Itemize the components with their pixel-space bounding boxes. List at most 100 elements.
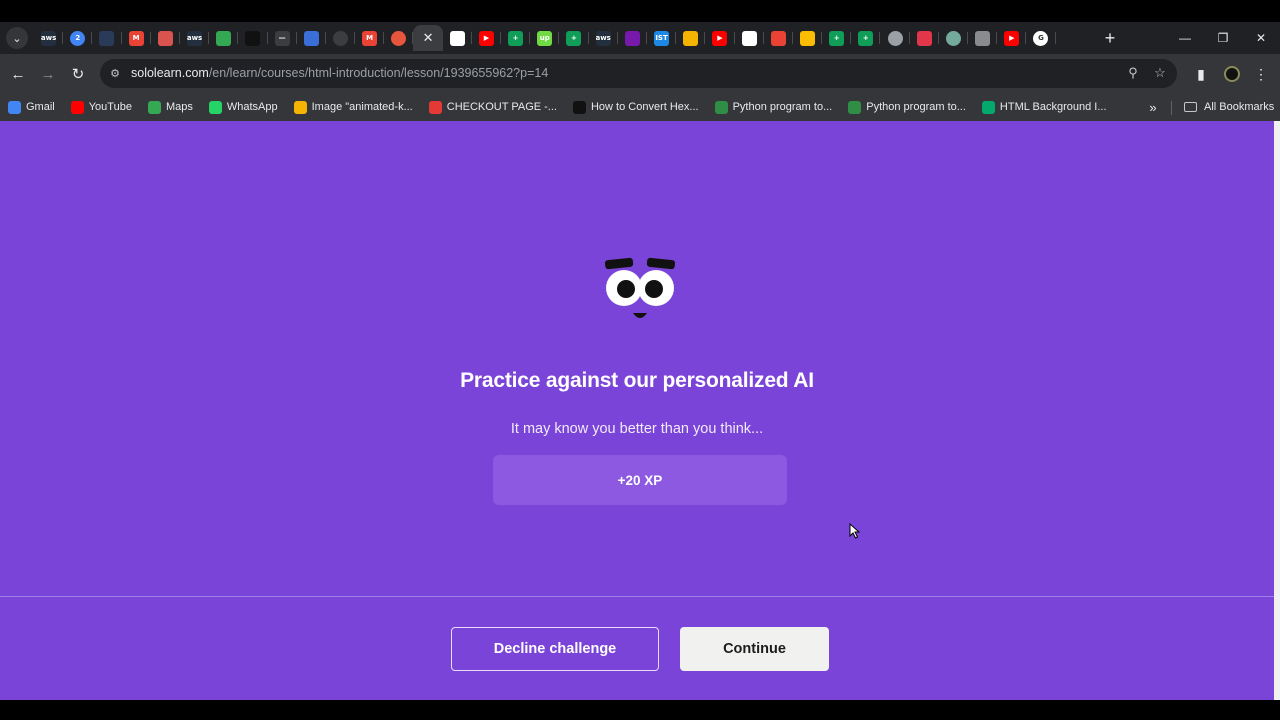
page-scrollbar[interactable] — [1274, 121, 1280, 700]
browser-tab[interactable]: M — [122, 25, 151, 51]
url-text[interactable]: sololearn.com/en/learn/courses/html-intr… — [131, 66, 548, 80]
bookmark-label: HTML Background I... — [999, 101, 1107, 113]
browser-tab[interactable] — [676, 25, 706, 51]
bookmark-label: Python program to... — [866, 101, 966, 113]
lesson-page: Practice against our personalized AI It … — [0, 121, 1274, 700]
gfg-icon — [714, 100, 728, 114]
browser-tab[interactable] — [793, 25, 823, 51]
continue-button[interactable]: Continue — [680, 627, 829, 671]
minimize-icon[interactable]: — — [1166, 22, 1204, 54]
xp-reward-badge: +20 XP — [493, 455, 787, 505]
browser-tab[interactable] — [735, 25, 764, 51]
browser-tab[interactable] — [443, 25, 473, 51]
youtube-icon: ▶ — [712, 30, 728, 46]
browser-tab[interactable]: aws — [34, 25, 64, 51]
bookmark-item[interactable]: Python program to... — [848, 97, 966, 117]
browser-tab[interactable] — [151, 25, 181, 51]
browser-tab[interactable]: ▶ — [997, 25, 1027, 51]
browser-tab[interactable] — [326, 25, 356, 51]
docs-icon — [8, 100, 21, 114]
window-controls: — ❐ ✕ — [1166, 22, 1280, 54]
bookmark-item[interactable]: Python program to... — [714, 97, 833, 117]
reload-icon[interactable]: ↻ — [67, 63, 89, 85]
browser-tab[interactable] — [384, 25, 414, 51]
bookmark-item[interactable]: Maps — [147, 97, 193, 117]
bookmark-label: Python program to... — [732, 101, 833, 113]
decline-challenge-button[interactable]: Decline challenge — [451, 627, 659, 671]
browser-tab[interactable] — [880, 25, 910, 51]
meet-icon — [99, 30, 115, 46]
browser-tab[interactable] — [209, 25, 239, 51]
bookmark-item[interactable]: CHECKOUT PAGE -... — [428, 97, 557, 117]
browser-tab[interactable] — [968, 25, 998, 51]
bookmark-star-icon[interactable]: ☆ — [1152, 65, 1168, 81]
browser-tab[interactable] — [939, 25, 969, 51]
alpha-icon — [572, 100, 586, 114]
back-arrow-icon[interactable]: ← — [7, 63, 29, 85]
bookmark-item[interactable]: Gmail — [8, 97, 55, 117]
upwork-icon: up — [537, 30, 553, 46]
address-bar[interactable]: ⚙ sololearn.com/en/learn/courses/html-in… — [100, 59, 1177, 88]
browser-tab[interactable] — [618, 25, 648, 51]
browser-tab[interactable]: 2 — [63, 25, 93, 51]
ist-icon: IST — [654, 30, 670, 46]
sheets-icon: + — [858, 30, 874, 46]
restore-icon[interactable]: ❐ — [1204, 22, 1242, 54]
url-host: sololearn.com — [131, 66, 209, 80]
footer-divider — [0, 596, 1274, 597]
bookmark-item[interactable]: WhatsApp — [208, 97, 278, 117]
google-icon: G — [1033, 30, 1049, 46]
browser-tab[interactable]: ▶ — [472, 25, 502, 51]
bookmark-item[interactable]: How to Convert Hex... — [572, 97, 699, 117]
bookmark-label: WhatsApp — [226, 101, 278, 113]
gmail-icon: M — [128, 30, 144, 46]
folder-icon — [1184, 102, 1197, 112]
window-close-icon[interactable]: ✕ — [1242, 22, 1280, 54]
lips-icon — [428, 100, 442, 114]
tab-search-chevron-icon[interactable]: ⌄ — [6, 27, 28, 49]
side-panel-icon[interactable]: ▮ — [1191, 64, 1211, 84]
browser-tab[interactable] — [92, 25, 122, 51]
browser-tab[interactable] — [910, 25, 940, 51]
browser-tab[interactable]: + — [822, 25, 852, 51]
forward-arrow-icon[interactable]: → — [37, 63, 59, 85]
bookmarks-overflow-icon[interactable]: » — [1144, 97, 1162, 117]
bookmark-label: Image "animated-k... — [311, 101, 413, 113]
lesson-title: Practice against our personalized AI — [460, 369, 814, 392]
bookmark-item[interactable]: YouTube — [70, 97, 132, 117]
bookmark-item[interactable]: Image "animated-k... — [293, 97, 413, 117]
close-icon[interactable]: ✕ — [423, 30, 434, 46]
youtube-icon — [70, 100, 84, 114]
browser-tab[interactable]: + — [559, 25, 589, 51]
sheets-icon: + — [566, 30, 582, 46]
zoom-icon[interactable]: ⚲ — [1125, 65, 1141, 81]
browser-tab[interactable]: — — [268, 25, 297, 51]
profile-avatar-icon[interactable] — [1222, 64, 1242, 84]
browser-tab[interactable]: up — [530, 25, 560, 51]
browser-tab[interactable]: ▶ — [705, 25, 735, 51]
chatgpt-icon — [945, 30, 961, 46]
bookmark-item[interactable]: HTML Background I... — [981, 97, 1107, 117]
bookmarks-bar: Gmail YouTube Maps WhatsApp Image "animated-… — [0, 93, 1280, 121]
new-tab-plus-icon[interactable]: + — [1100, 28, 1120, 48]
browser-tab[interactable]: + — [851, 25, 881, 51]
menu-kebab-icon[interactable]: ⋮ — [1251, 64, 1271, 84]
all-bookmarks-button[interactable]: All Bookmarks — [1184, 97, 1274, 117]
browser-tab[interactable]: M — [355, 25, 385, 51]
site-info-icon[interactable]: ⚙ — [108, 66, 122, 80]
browser-tab[interactable] — [297, 25, 327, 51]
browser-tab[interactable] — [764, 25, 794, 51]
browser-tab[interactable]: aws — [180, 25, 210, 51]
browser-tab[interactable]: G — [1026, 25, 1056, 51]
aws-icon: aws — [41, 30, 57, 46]
tab-active-sololearn[interactable]: ✕ — [413, 25, 443, 51]
gfg-icon — [848, 100, 862, 114]
browser-tab[interactable]: + — [501, 25, 531, 51]
youtube-icon: ▶ — [1004, 30, 1020, 46]
browser-tab[interactable]: aws — [589, 25, 618, 51]
browser-tab[interactable] — [238, 25, 268, 51]
mascot-eyes-icon — [604, 257, 676, 318]
whatsapp-icon — [208, 100, 222, 114]
browser-tab[interactable]: IST — [647, 25, 677, 51]
maps-icon — [147, 100, 161, 114]
